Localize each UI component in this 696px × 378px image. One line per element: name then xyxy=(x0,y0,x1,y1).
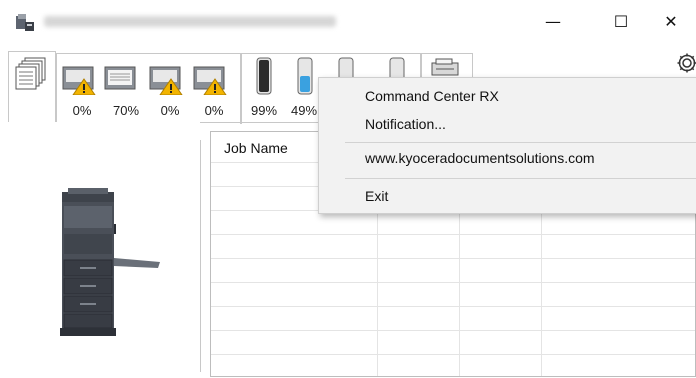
printer-app-icon[interactable] xyxy=(14,13,36,33)
context-menu: Command Center RX Notification... www.ky… xyxy=(318,77,696,214)
paper-level-text: 70% xyxy=(112,103,140,118)
toner-black-icon xyxy=(256,57,272,100)
paper-tray-icon xyxy=(104,65,138,100)
toner-level-text: 99% xyxy=(250,103,278,118)
device-panel xyxy=(8,122,200,372)
panel-divider xyxy=(200,140,201,372)
table-row xyxy=(211,282,695,283)
menu-item-notification[interactable]: Notification... xyxy=(365,116,446,132)
toner-cyan-icon xyxy=(297,57,313,100)
tab-device[interactable] xyxy=(421,53,473,78)
paper-level-text: 0% xyxy=(160,103,180,118)
paper-tray-icon xyxy=(193,65,227,100)
paper-level-text: 0% xyxy=(72,103,92,118)
maximize-button[interactable]: ☐ xyxy=(598,6,644,38)
paper-level-text: 0% xyxy=(204,103,224,118)
menu-item-website[interactable]: www.kyoceradocumentsolutions.com xyxy=(365,150,595,166)
menu-item-command-center[interactable]: Command Center RX xyxy=(365,88,499,104)
table-row xyxy=(211,258,695,259)
paper-tray-icon xyxy=(62,65,96,100)
menu-separator xyxy=(345,142,696,143)
gear-icon[interactable] xyxy=(676,52,696,79)
window-title-redacted xyxy=(44,16,336,27)
menu-separator xyxy=(345,178,696,179)
menu-item-exit[interactable]: Exit xyxy=(365,188,388,204)
table-row xyxy=(211,234,695,235)
table-row xyxy=(211,330,695,331)
minimize-button[interactable]: — xyxy=(530,6,576,38)
close-button[interactable]: ✕ xyxy=(648,6,694,38)
table-row xyxy=(211,354,695,355)
multifunction-printer-image xyxy=(54,188,174,343)
paper-tray-icon xyxy=(149,65,183,100)
title-bar: — ☐ ✕ xyxy=(0,0,696,44)
table-row xyxy=(211,306,695,307)
tab-jobs[interactable] xyxy=(8,51,56,124)
document-stack-icon xyxy=(15,56,49,101)
column-header-job-name[interactable]: Job Name xyxy=(224,140,288,156)
